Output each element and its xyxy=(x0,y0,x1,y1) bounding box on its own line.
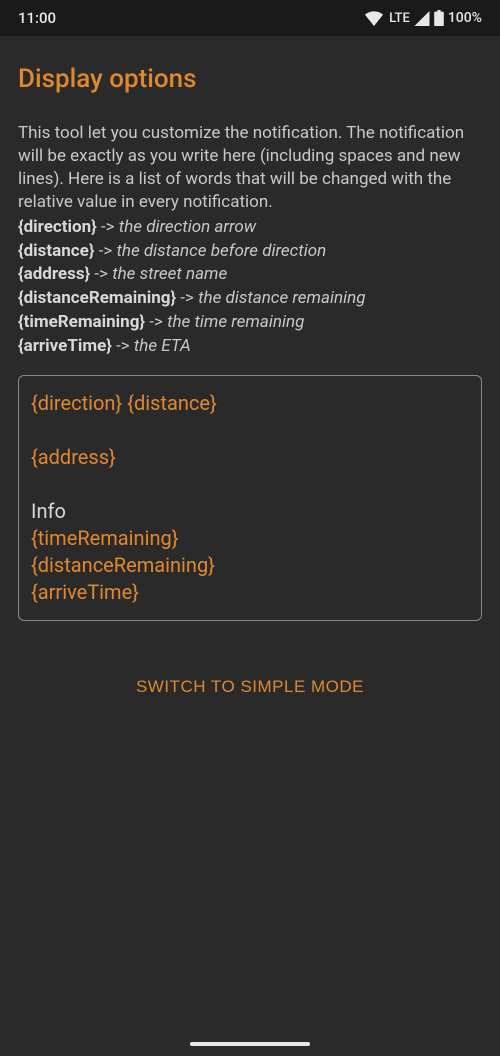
placeholder-arrow: -> xyxy=(97,217,119,237)
placeholder-key: {timeRemaining} xyxy=(18,312,145,332)
placeholder-row: {direction} -> the direction arrow xyxy=(18,216,482,240)
placeholder-row: {timeRemaining} -> the time remaining xyxy=(18,311,482,335)
template-token: {distance} xyxy=(127,391,217,415)
template-token: {direction} xyxy=(31,391,122,415)
placeholder-key: {distance} xyxy=(18,241,94,261)
template-token: {address} xyxy=(31,445,116,469)
placeholder-row: {address} -> the street name xyxy=(18,263,482,287)
placeholder-key: {distanceRemaining} xyxy=(18,288,176,308)
battery-label: 100% xyxy=(448,10,482,26)
placeholder-desc: the distance before direction xyxy=(116,241,326,261)
template-token: {arriveTime} xyxy=(31,580,139,604)
placeholder-arrow: -> xyxy=(90,264,112,284)
placeholder-arrow: -> xyxy=(94,241,116,261)
status-bar: 11:00 LTE 100% xyxy=(0,0,500,36)
placeholder-row: {arriveTime} -> the ETA xyxy=(18,335,482,359)
nav-handle[interactable] xyxy=(190,1042,310,1046)
placeholder-key: {address} xyxy=(18,264,90,284)
placeholder-desc: the ETA xyxy=(134,336,191,356)
placeholder-desc: the street name xyxy=(112,264,227,284)
placeholder-key: {direction} xyxy=(18,217,97,237)
wifi-icon xyxy=(365,11,383,26)
placeholder-desc: the distance remaining xyxy=(198,288,365,308)
template-token: {timeRemaining} xyxy=(31,526,178,550)
placeholder-list: {direction} -> the direction arrow{dista… xyxy=(18,216,482,359)
placeholder-desc: the direction arrow xyxy=(119,217,256,237)
status-time: 11:00 xyxy=(18,9,56,27)
switch-mode-button[interactable]: SWITCH TO SIMPLE MODE xyxy=(18,677,482,697)
placeholder-arrow: -> xyxy=(112,336,134,356)
placeholder-arrow: -> xyxy=(176,288,198,308)
signal-icon xyxy=(414,11,430,26)
placeholder-arrow: -> xyxy=(145,312,167,332)
placeholder-row: {distanceRemaining} -> the distance rema… xyxy=(18,287,482,311)
network-label: LTE xyxy=(389,11,410,26)
placeholder-row: {distance} -> the distance before direct… xyxy=(18,240,482,264)
template-input[interactable]: {direction} {distance} {address} Info {t… xyxy=(18,375,482,621)
description-text: This tool let you customize the notifica… xyxy=(18,122,482,214)
battery-icon xyxy=(434,10,444,26)
placeholder-desc: the time remaining xyxy=(167,312,304,332)
status-right: LTE 100% xyxy=(365,10,482,26)
template-token: {distanceRemaining} xyxy=(31,553,215,577)
template-text: Info xyxy=(31,499,66,523)
page-title: Display options xyxy=(18,64,482,94)
content: Display options This tool let you custom… xyxy=(0,36,500,697)
placeholder-key: {arriveTime} xyxy=(18,336,112,356)
